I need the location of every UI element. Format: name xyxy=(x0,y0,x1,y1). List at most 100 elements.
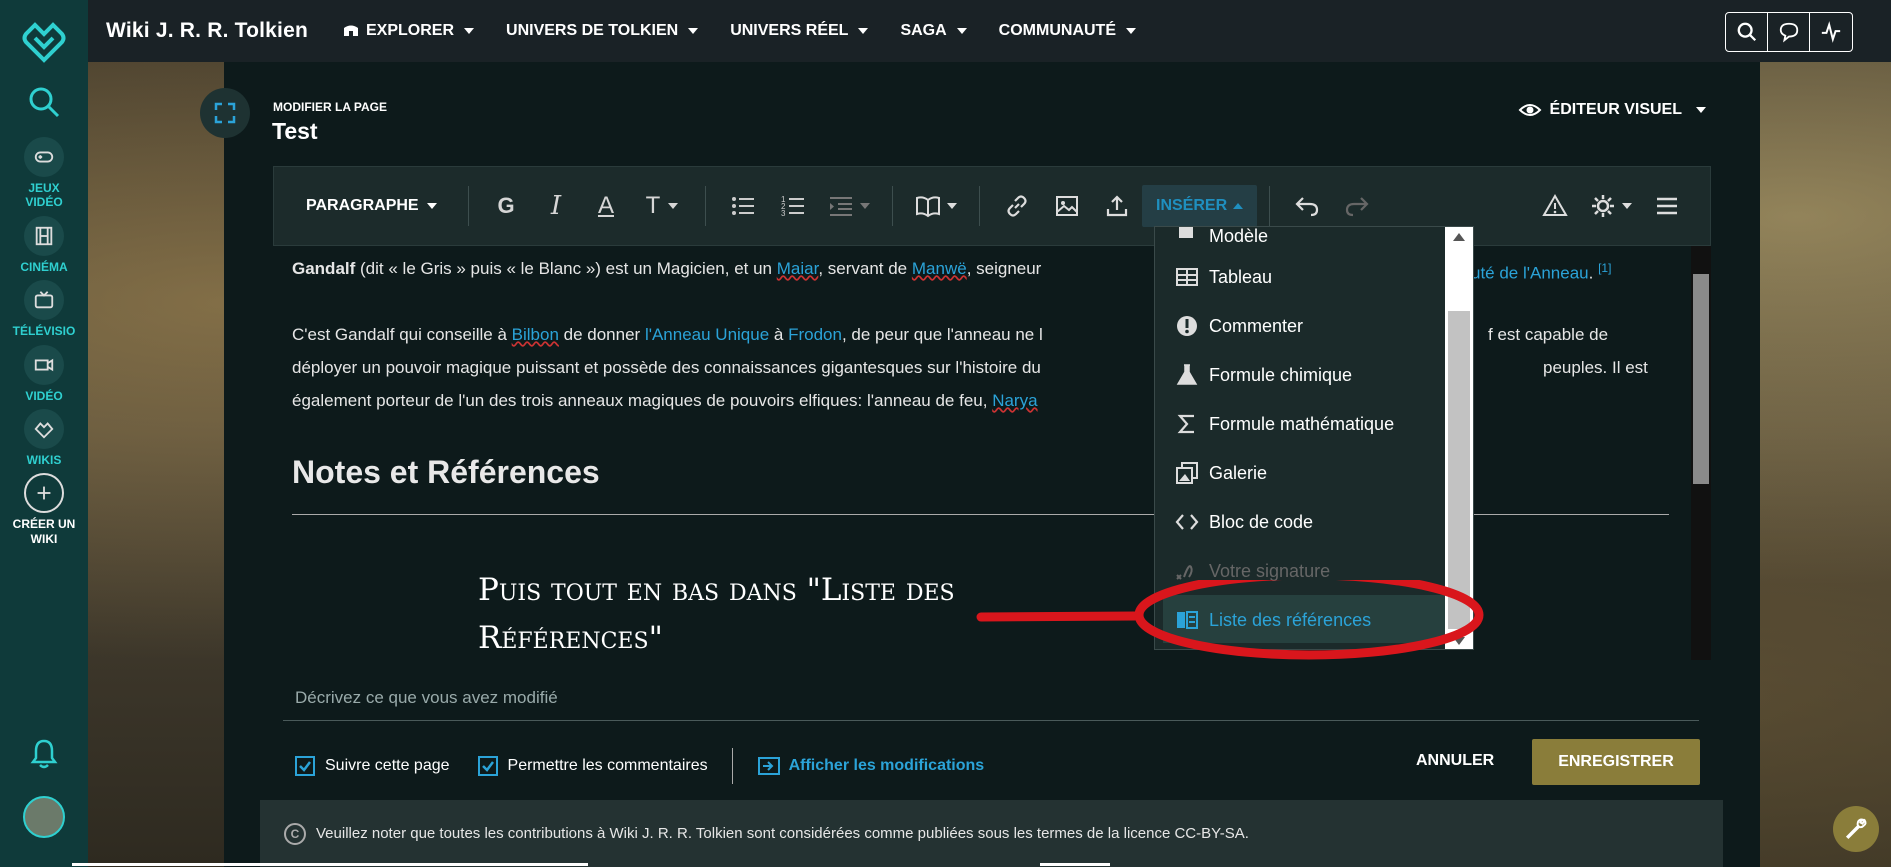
menu-item-chemistry[interactable]: Formule chimique xyxy=(1175,360,1352,390)
section-heading: Notes et Références xyxy=(292,454,600,490)
paragraph-2-tail: f est capable de xyxy=(1488,325,1609,344)
search-button[interactable] xyxy=(1726,13,1768,51)
cancel-button[interactable]: ANNULER xyxy=(1416,752,1494,770)
watch-page-checkbox[interactable] xyxy=(295,756,315,776)
avatar[interactable] xyxy=(23,796,65,838)
nav-explorer[interactable]: EXPLORER xyxy=(342,22,475,40)
italic-button[interactable]: I xyxy=(531,181,581,231)
scroll-up-arrow[interactable] xyxy=(1453,233,1465,241)
undo-button[interactable] xyxy=(1282,181,1332,231)
nav-explorer-label: EXPLORER xyxy=(366,22,455,39)
menu-item-comment[interactable]: Commenter xyxy=(1175,311,1303,341)
paragraph-1-text: . xyxy=(1588,263,1599,283)
wrench-tools-button[interactable] xyxy=(1833,806,1879,852)
menu-item-comment-label: Commenter xyxy=(1209,315,1304,336)
gamepad-icon xyxy=(24,137,64,177)
rail-games[interactable]: JEUX VIDÉO xyxy=(14,137,74,210)
fandom-logo-icon[interactable] xyxy=(21,18,67,64)
content-scrollbar[interactable] xyxy=(1691,246,1711,660)
link-button[interactable] xyxy=(992,181,1042,231)
allow-comments-label[interactable]: Permettre les commentaires xyxy=(508,757,708,775)
watch-page-label[interactable]: Suivre cette page xyxy=(325,757,450,775)
link-frodon[interactable]: Frodon xyxy=(788,325,842,344)
paragraph-1-text: , servant de xyxy=(818,259,912,278)
paragraph-2-line2-tail: peuples. Il est xyxy=(1543,358,1648,377)
sigma-icon xyxy=(1177,414,1194,434)
settings-button[interactable] xyxy=(1580,181,1642,231)
link-fellowship[interactable]: uté de l'Anneau xyxy=(1471,264,1589,283)
edit-summary-input[interactable]: Décrivez ce que vous avez modifié xyxy=(295,688,558,708)
discussions-button[interactable] xyxy=(1768,13,1810,51)
menu-item-table[interactable]: Tableau xyxy=(1175,262,1272,292)
warning-icon xyxy=(1542,194,1568,216)
text-style-button[interactable]: T xyxy=(631,181,693,231)
rail-wikis[interactable]: WIKIS xyxy=(24,408,64,467)
search-icon[interactable] xyxy=(28,86,60,123)
menu-item-math[interactable]: Formule mathématique xyxy=(1175,409,1394,439)
checkmark-icon xyxy=(481,761,494,772)
menu-item-math-label: Formule mathématique xyxy=(1209,413,1395,434)
table-icon xyxy=(1176,268,1198,286)
paragraph-2-text: de donner xyxy=(558,325,645,344)
link-one-ring[interactable]: l'Anneau Unique xyxy=(645,325,769,344)
upload-button[interactable] xyxy=(1092,181,1142,231)
toolbar-divider xyxy=(1269,186,1271,226)
save-button[interactable]: ENREGISTRER xyxy=(1532,739,1700,785)
fullscreen-button[interactable] xyxy=(200,88,250,138)
undo-icon xyxy=(1295,197,1319,217)
warning-button[interactable] xyxy=(1530,181,1580,231)
indent-button[interactable] xyxy=(818,181,880,231)
menu-item-code-block[interactable]: Bloc de code xyxy=(1175,507,1313,537)
numbered-list-button[interactable]: 123 xyxy=(768,181,818,231)
video-icon xyxy=(24,344,64,385)
link-manwe[interactable]: Manwë xyxy=(912,259,967,278)
bold-button[interactable]: G xyxy=(481,181,531,231)
tv-icon xyxy=(24,280,64,321)
book-button[interactable] xyxy=(905,181,967,231)
activity-button[interactable] xyxy=(1810,13,1852,51)
text-color-button[interactable]: A xyxy=(581,181,631,231)
nav-saga[interactable]: SAGA xyxy=(900,22,967,40)
explore-icon xyxy=(344,25,358,36)
creative-commons-icon: C xyxy=(284,822,306,845)
chevron-down-icon xyxy=(1622,203,1632,209)
nav-tolkien-universe[interactable]: UNIVERS DE TOLKIEN xyxy=(506,22,699,40)
expand-icon xyxy=(214,102,236,124)
upload-icon xyxy=(1106,195,1128,217)
rail-wikis-label: WIKIS xyxy=(26,452,62,467)
chevron-down-icon xyxy=(1126,28,1136,34)
link-narya[interactable]: Narya xyxy=(992,391,1037,410)
redo-icon xyxy=(1346,197,1369,217)
scrollbar-thumb[interactable] xyxy=(1693,274,1709,484)
rail-video[interactable]: VIDÉO xyxy=(24,344,64,403)
rail-games-label: JEUX VIDÉO xyxy=(25,181,63,210)
nav-saga-label: SAGA xyxy=(900,22,947,39)
paragraph-format-dropdown[interactable]: PARAGRAPHE xyxy=(306,197,456,215)
rail-create-wiki[interactable]: CRÉER UN WIKI xyxy=(9,473,79,546)
show-changes-link[interactable]: Afficher les modifications xyxy=(757,754,984,778)
link-bilbon[interactable]: Bilbon xyxy=(512,325,559,344)
insert-dropdown-button[interactable]: INSÉRER xyxy=(1142,185,1258,227)
nav-real-universe[interactable]: UNIVERS RÉEL xyxy=(730,22,869,40)
nav-community-label: COMMUNAUTÉ xyxy=(998,22,1116,39)
bullet-list-button[interactable] xyxy=(718,181,768,231)
paragraph-1-text: , seigneur xyxy=(966,259,1042,278)
image-button[interactable] xyxy=(1042,181,1092,231)
rail-tv[interactable]: TÉLÉVISIO xyxy=(13,280,75,338)
link-maiar[interactable]: Maiar xyxy=(777,259,819,278)
menu-item-gallery[interactable]: Galerie xyxy=(1175,458,1267,488)
redo-button[interactable] xyxy=(1332,181,1382,231)
allow-comments-checkbox[interactable] xyxy=(477,756,498,776)
insert-label: INSÉRER xyxy=(1156,197,1228,214)
site-title[interactable]: Wiki J. R. R. Tolkien xyxy=(106,19,308,43)
footnote-ref[interactable]: [1] xyxy=(1598,261,1611,275)
rail-cinema[interactable]: CINÉMA xyxy=(20,215,68,274)
menu-item-template[interactable]: Modèle xyxy=(1175,227,1268,251)
nav-community[interactable]: COMMUNAUTÉ xyxy=(999,22,1136,40)
paragraph-2-text: également porteur de l'un des trois anne… xyxy=(292,391,993,410)
bell-icon[interactable] xyxy=(30,738,58,775)
visual-editor-switch[interactable]: ÉDITEUR VISUEL xyxy=(1518,98,1706,122)
nav-real-universe-label: UNIVERS RÉEL xyxy=(730,22,849,39)
menu-button[interactable] xyxy=(1642,181,1692,231)
link-icon xyxy=(1007,195,1027,217)
